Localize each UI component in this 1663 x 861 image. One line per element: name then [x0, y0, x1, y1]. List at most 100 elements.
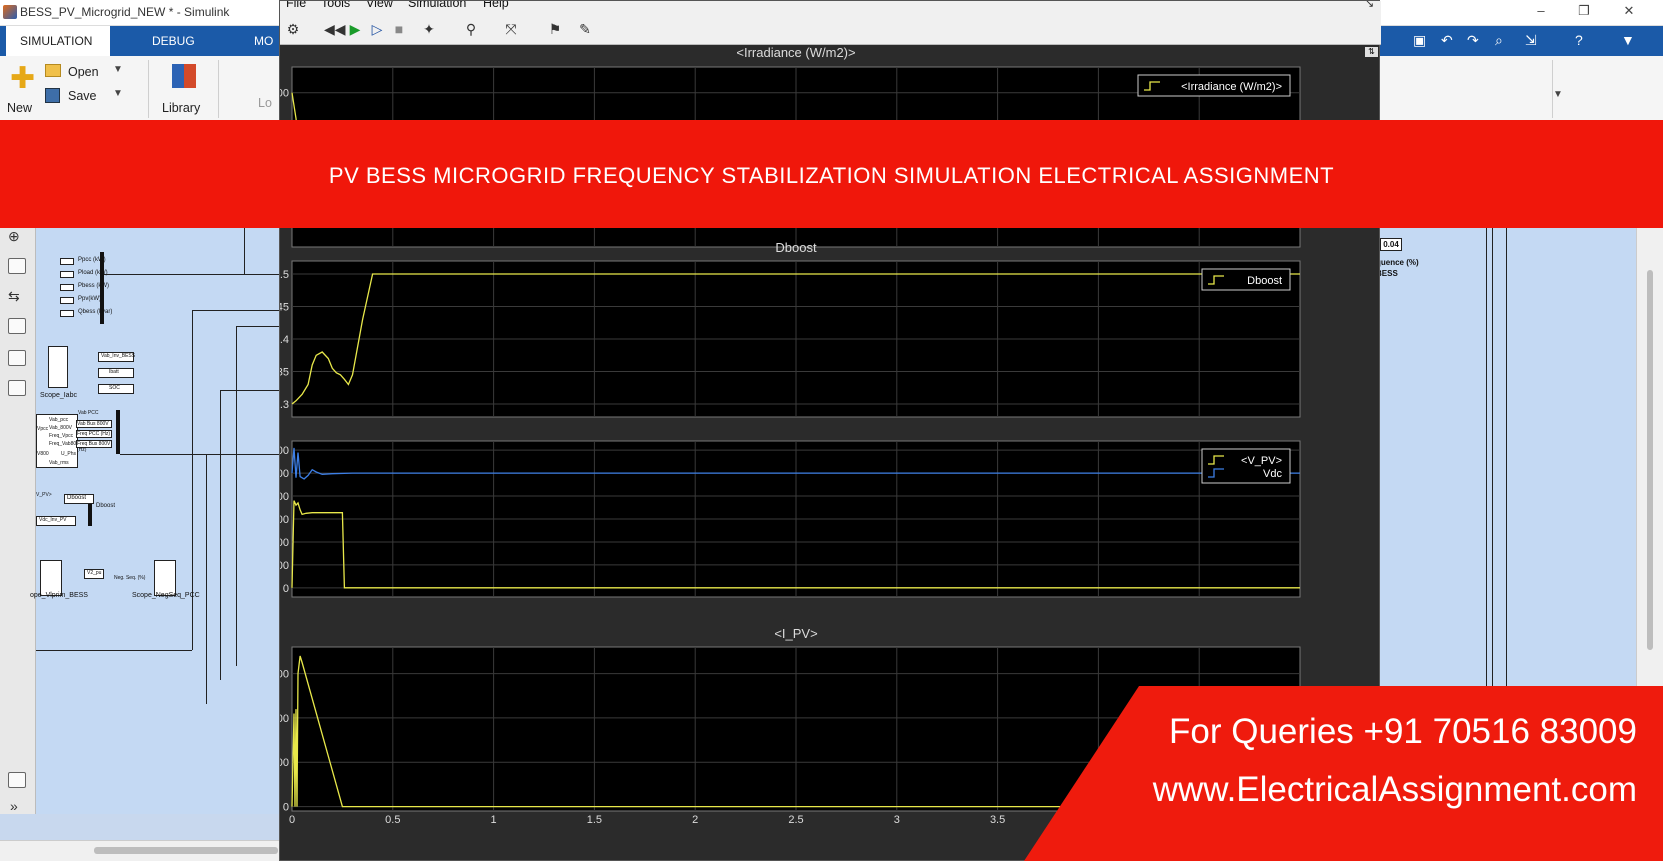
bus-gain-3[interactable]: [60, 284, 74, 291]
zoom-in-icon[interactable]: ⊕: [8, 228, 20, 245]
triggers-icon[interactable]: ⚑: [546, 20, 564, 38]
y-tick-label: 600: [280, 669, 289, 681]
zoom-icon[interactable]: ⚲: [462, 20, 480, 38]
autoscale-icon[interactable]: ⤧: [502, 20, 520, 38]
tab-simulation[interactable]: SIMULATION: [6, 26, 110, 56]
menu-file[interactable]: File: [286, 1, 306, 10]
meas-out-4[interactable]: Freq Bus 800V (Hz): [76, 440, 112, 453]
meas-in-3: Freq_Vpcc: [49, 433, 74, 439]
y-tick-label: 600: [280, 514, 289, 526]
save-dropdown-icon[interactable]: ▼: [113, 88, 123, 99]
tab-debug[interactable]: DEBUG: [138, 26, 209, 56]
save-qat-icon[interactable]: ▣: [1413, 32, 1426, 49]
goto-soc[interactable]: SOC: [98, 384, 134, 394]
scope-panel-3: 1200 1000 800 600 400 200 0 <V_PV>Vdc: [280, 440, 1301, 598]
y-tick-label: 0.5: [280, 269, 289, 281]
undo-icon[interactable]: ↶: [1441, 32, 1453, 49]
step-back-icon[interactable]: ◀◀: [324, 20, 346, 38]
x-tick-label: 2.5: [788, 814, 803, 826]
scope-vlprim-label: ope_Vlprim_BESS: [30, 592, 88, 599]
measurement-subsystem[interactable]: Vab_pcc Vab_800V Freq_Vpcc Freq_Vab800 V…: [36, 414, 79, 468]
plot-title: <I_PV>: [774, 626, 817, 641]
scope-menu-bar: File Tools View Simulation Help ↘: [280, 1, 1381, 13]
fit-view-icon[interactable]: [8, 258, 26, 274]
settings-menu-icon[interactable]: ▼: [1621, 32, 1635, 48]
bus-label-3: Pbess (kW): [78, 283, 110, 289]
display-block[interactable]: 0.04: [1380, 238, 1402, 251]
restore-icon[interactable]: ❐: [1573, 3, 1595, 21]
new-icon[interactable]: ✚: [10, 64, 35, 94]
step-forward-icon[interactable]: ▷: [368, 20, 386, 38]
meas-out-3[interactable]: Freq PCC (Hz): [76, 430, 112, 438]
menu-help[interactable]: Help: [483, 1, 509, 10]
from-v2-pu[interactable]: V2_pu: [84, 569, 104, 579]
camera-icon[interactable]: [8, 772, 26, 788]
bus-gain-4[interactable]: [60, 297, 74, 304]
wire: [120, 454, 206, 455]
menu-simulation[interactable]: Simulation: [408, 1, 466, 10]
wire: [236, 326, 280, 327]
ribbon-separator-2: [218, 60, 219, 118]
annotation-icon[interactable]: [8, 318, 26, 334]
stop-icon[interactable]: ■: [390, 20, 408, 38]
simulink-logo-icon: [3, 5, 17, 19]
measurements-icon[interactable]: ✎: [576, 20, 594, 38]
bus-gain-1[interactable]: [60, 258, 74, 265]
open-dropdown-icon[interactable]: ▼: [113, 64, 123, 75]
bus-label-5: Qbess (kvar): [78, 309, 113, 315]
close-icon[interactable]: ✕: [1618, 3, 1640, 21]
scope-vlprim-block[interactable]: [40, 560, 62, 596]
v-pv-tag: V_PV>: [36, 492, 52, 498]
run-icon[interactable]: ▶: [346, 20, 364, 38]
from-dboost[interactable]: Dboost: [64, 494, 94, 504]
mux-bar-1[interactable]: [100, 252, 104, 324]
meas-out-2[interactable]: Vab Bus 800V: [76, 420, 112, 428]
save-icon: [45, 88, 60, 103]
goto-vab-inv-bess[interactable]: Vab_Inv_BESS: [98, 352, 135, 362]
wire: [206, 454, 280, 455]
wire: [206, 454, 207, 704]
scope-negseq-block[interactable]: [154, 560, 176, 596]
collapse-icon[interactable]: »: [10, 798, 18, 814]
horizontal-scroll-thumb[interactable]: [94, 847, 278, 854]
vertical-scroll-thumb[interactable]: [1647, 270, 1653, 650]
x-tick-label: 0.5: [385, 814, 400, 826]
scope-toolbar: ⚙ ◀◀ ▶ ▷ ■ ✦ ⚲ ⤧ ⚑ ✎: [280, 13, 1381, 45]
scope-undock-icon[interactable]: ↘: [1365, 1, 1374, 10]
ribbon-expand-icon[interactable]: ▼: [1553, 89, 1563, 100]
menu-tools[interactable]: Tools: [321, 1, 350, 10]
area-icon[interactable]: [8, 380, 26, 396]
settings-gear-icon[interactable]: ⚙: [284, 20, 302, 38]
scope-iabc-label: Scope_Iabc: [40, 392, 77, 399]
y-tick-label: 500: [280, 88, 289, 100]
highlight-icon[interactable]: ✦: [420, 20, 438, 38]
new-button[interactable]: New: [7, 101, 32, 115]
image-icon[interactable]: [8, 350, 26, 366]
save-button[interactable]: Save: [68, 89, 97, 103]
search-icon[interactable]: ⌕: [1495, 32, 1503, 49]
mux-bar-3[interactable]: [88, 504, 92, 526]
minimize-icon[interactable]: –: [1530, 3, 1552, 21]
log-button[interactable]: Lo: [258, 96, 272, 110]
y-tick-label: 1000: [280, 468, 289, 480]
legend-label: <Irradiance (W/m2)>: [1181, 81, 1282, 93]
mux-bar-2[interactable]: [116, 410, 120, 454]
help-icon[interactable]: ?: [1575, 32, 1583, 48]
explore-icon[interactable]: ⇲: [1525, 32, 1537, 49]
legend-label: Dboost: [1247, 275, 1282, 287]
window-title: BESS_PV_Microgrid_NEW * - Simulink: [20, 5, 230, 19]
display-caption-1: quence (%): [1376, 258, 1419, 267]
open-button[interactable]: Open: [68, 65, 99, 79]
ribbon-separator: [148, 60, 149, 118]
bus-gain-5[interactable]: [60, 310, 74, 317]
arrow-icon[interactable]: ⇆: [8, 288, 20, 305]
menu-view[interactable]: View: [366, 1, 393, 10]
from-vdc-inv-pv[interactable]: Vdc_Inv_PV: [36, 516, 76, 526]
wire: [220, 390, 221, 680]
redo-icon[interactable]: ↷: [1467, 32, 1479, 49]
scope-iabc-block[interactable]: [48, 346, 68, 388]
bus-gain-2[interactable]: [60, 271, 74, 278]
goto-ibatt[interactable]: Ibatt: [98, 368, 134, 378]
quick-access-toolbar: ▣ ↶ ↷ ⌕ ⇲ ? ▼: [1395, 30, 1655, 52]
library-button[interactable]: Library: [162, 101, 200, 115]
